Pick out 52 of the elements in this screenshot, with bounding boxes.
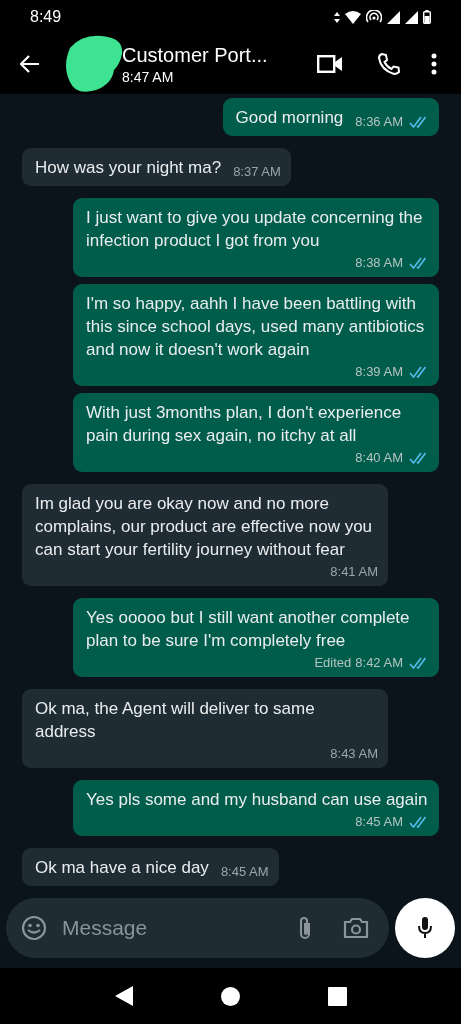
phone-icon[interactable] [377, 52, 401, 77]
camera-icon[interactable] [343, 917, 369, 940]
microphone-icon [417, 916, 433, 941]
received-message[interactable]: Ok ma have a nice day 8:45 AM [22, 848, 279, 887]
message-time: 8:36 AM [355, 114, 403, 130]
message-time: 8:38 AM [355, 255, 403, 271]
sent-message[interactable]: Yes pls some and my husband can use again 8:45 AM [73, 780, 439, 837]
contact-name[interactable]: Customer Port... [122, 43, 317, 67]
message-time: 8:41 AM [330, 564, 378, 580]
sent-message[interactable]: I'm so happy, aahh I have been battling with this since school days, used many antibiotics and now it doesn't work again 8:39 AM [73, 284, 439, 387]
battery-icon [423, 10, 431, 25]
received-message[interactable]: Ok ma, the Agent will deliver to same address 8:43 AM [22, 689, 388, 769]
last-seen-time: 8:47 AM [122, 68, 175, 85]
received-message[interactable]: How was your night ma? 8:37 AM [22, 148, 291, 187]
sent-message[interactable]: Yes ooooo but I still want another complete plan to be sure I'm completely free Edited 8:42 AM [73, 598, 439, 678]
message-text: Ok ma, the Agent will deliver to same address [35, 698, 316, 744]
home-nav-icon[interactable] [220, 986, 240, 1006]
recents-nav-icon[interactable] [327, 986, 347, 1006]
signal-icon [387, 10, 400, 24]
message-time: 8:39 AM [355, 364, 403, 380]
data-arrows-icon [334, 11, 340, 23]
received-message[interactable]: Im glad you are okay now and no more complains, our product are effective now you can start your fertility journey without fear 8:41 AM [22, 484, 388, 587]
sticker-icon[interactable] [20, 914, 48, 943]
video-call-icon[interactable] [317, 54, 343, 75]
message-time: 8:42 AM [355, 655, 403, 671]
message-time: 8:45 AM [355, 814, 403, 830]
more-options-icon[interactable] [431, 53, 437, 76]
message-time: 8:45 AM [220, 864, 269, 880]
message-text: I just want to give you update concerning the infection product I got from you [86, 207, 424, 253]
message-time: 8:43 AM [330, 746, 378, 762]
sent-message[interactable]: Good morning 8:36 AM [222, 98, 439, 137]
wifi-icon [345, 10, 361, 24]
message-text: How was your night ma? [35, 157, 222, 180]
message-text: I'm so happy, aahh I have been battling with this since school days, used many antibiotics and now it doesn't work again [86, 293, 426, 362]
signal-icon [405, 10, 418, 24]
back-arrow-icon[interactable] [20, 55, 40, 74]
message-time: 8:37 AM [233, 164, 281, 180]
sent-message[interactable]: With just 3months plan, I don't experience pain during sex again, no itchy at all 8:40 AM [73, 393, 439, 473]
back-nav-icon[interactable] [114, 986, 133, 1007]
hotspot-icon [366, 10, 382, 25]
attachment-icon[interactable] [297, 915, 313, 942]
message-text: With just 3months plan, I don't experience pain during sex again, no itchy at all [86, 402, 403, 448]
message-text: Yes ooooo but I still want another complete plan to be sure I'm completely free [86, 607, 411, 653]
message-field[interactable]: Message [62, 916, 283, 941]
message-text: Ok ma have a nice day [35, 857, 209, 880]
message-text: Im glad you are okay now and no more complains, our product are effective now you can start your fertility journey without fear [35, 493, 374, 562]
message-time: 8:40 AM [355, 450, 403, 466]
message-text: Yes pls some and my husband can use again [86, 789, 428, 812]
edited-label: Edited [314, 655, 352, 671]
status-time: 8:49 [30, 8, 62, 27]
message-text: Good morning [235, 107, 344, 130]
sent-message[interactable]: I just want to give you update concerning the infection product I got from you 8:38 AM [73, 198, 439, 278]
